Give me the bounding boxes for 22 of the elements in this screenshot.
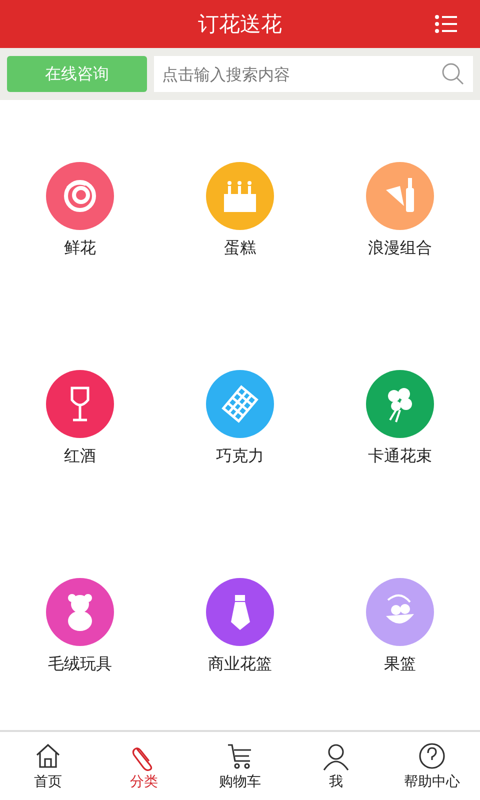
wine-bottle-icon[interactable] [366,162,434,230]
chocolate-icon[interactable] [206,370,274,438]
wine-glass-icon[interactable] [46,370,114,438]
teddy-bear-icon[interactable] [46,578,114,646]
category-label[interactable]: 巧克力 [216,446,264,466]
search-icon[interactable] [441,62,465,86]
cake-icon[interactable] [206,162,274,230]
tie-icon[interactable] [206,578,274,646]
help-icon [417,741,447,771]
category-label[interactable]: 鲜花 [64,238,96,258]
category-label[interactable]: 红酒 [64,446,96,466]
category-label[interactable]: 浪漫组合 [368,238,432,258]
menu-icon[interactable] [434,13,458,35]
page-title: 订花送花 [198,11,282,38]
category-label[interactable]: 蛋糕 [224,238,256,258]
category-label[interactable]: 卡通花束 [368,446,432,466]
search-field[interactable]: 点击输入搜索内容 [154,56,473,92]
category-label[interactable]: 商业花篮 [208,654,272,674]
bouquet-icon[interactable] [366,370,434,438]
category-label[interactable]: 毛绒玩具 [48,654,112,674]
category-label[interactable]: 果篮 [384,654,416,674]
person-icon [321,741,351,771]
